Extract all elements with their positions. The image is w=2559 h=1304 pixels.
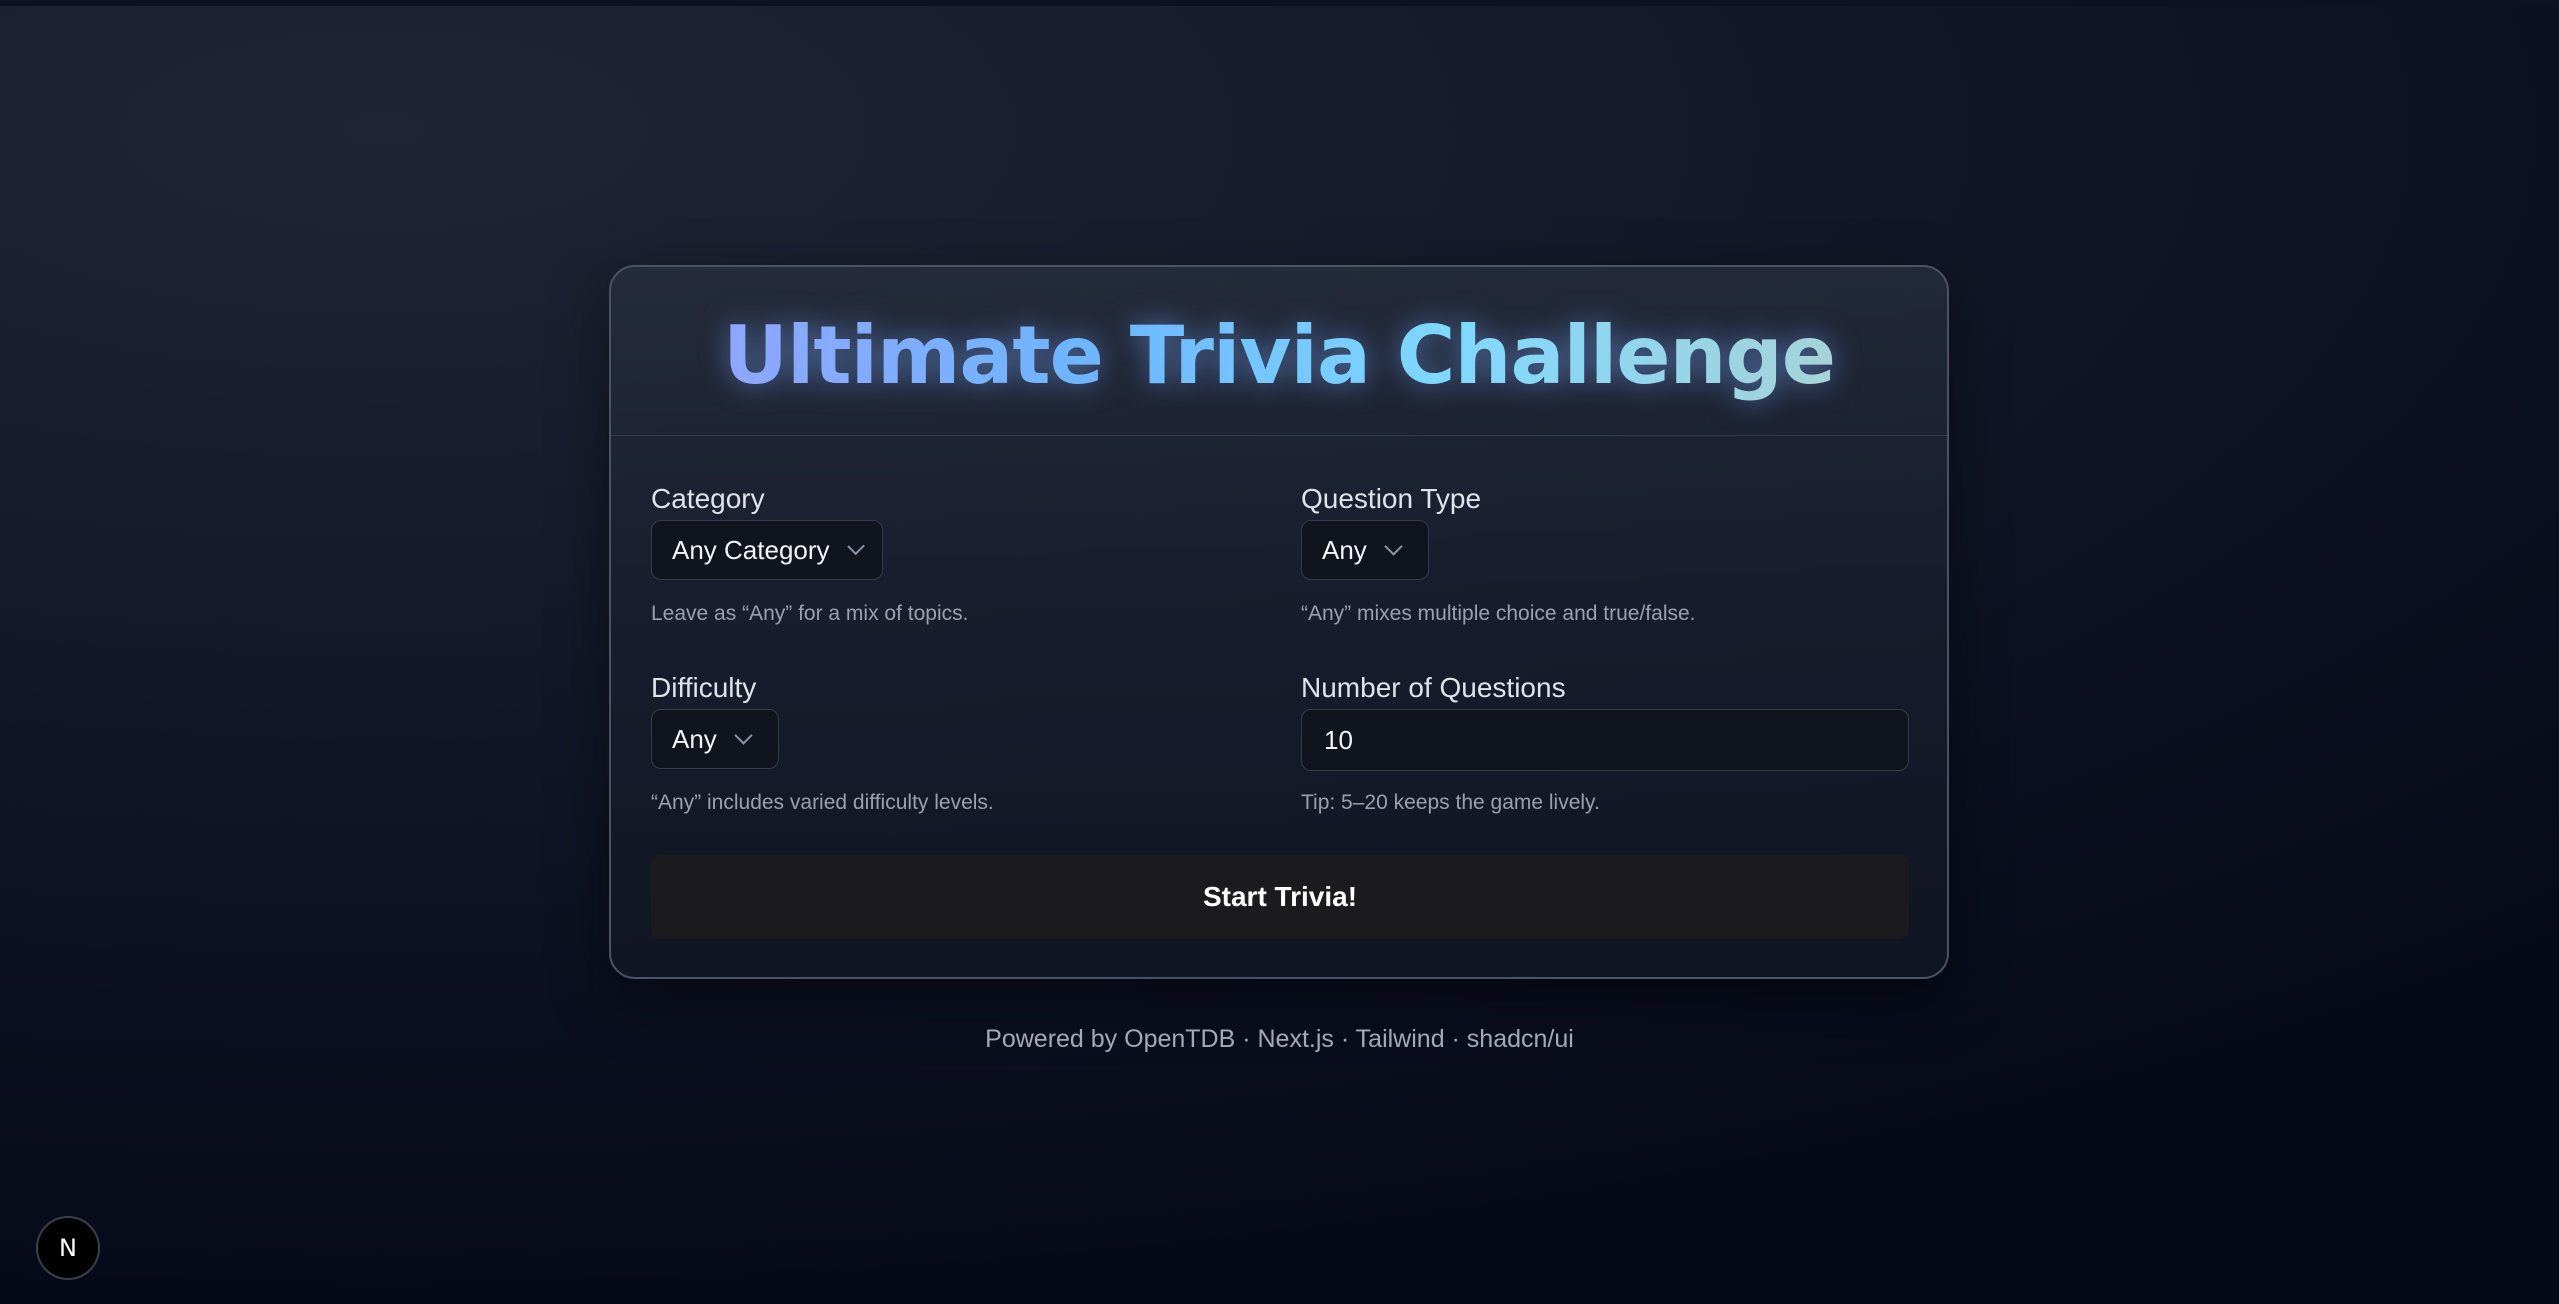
svg-text:N: N — [59, 1234, 77, 1262]
category-help-text: Leave as “Any” for a mix of topics. — [651, 602, 969, 625]
question-type-help-text: “Any” mixes multiple choice and true/fal… — [1301, 602, 1696, 625]
window-top-edge — [0, 0, 2559, 6]
chevron-down-icon — [846, 536, 865, 556]
num-questions-help-text: Tip: 5–20 keeps the game lively. — [1301, 791, 1600, 814]
start-trivia-button[interactable]: Start Trivia! — [651, 855, 1909, 939]
chevron-down-icon — [734, 725, 753, 745]
num-questions-input[interactable] — [1301, 709, 1909, 771]
question-type-label: Question Type — [1301, 483, 1482, 514]
category-select[interactable]: Any Category — [651, 520, 883, 580]
question-type-field: Question Type Any “Any” mixes multiple c… — [1301, 482, 1696, 625]
category-field: Category Any Category Leave as “Any” for… — [651, 482, 968, 625]
footer-credits: Powered by OpenTDB · Next.js · Tailwind … — [985, 1025, 1574, 1053]
trivia-setup-card: Ultimate Trivia Challenge Category Any C… — [609, 265, 1949, 979]
nextjs-icon[interactable]: N — [36, 1216, 100, 1280]
difficulty-select-value: Any — [672, 723, 717, 754]
difficulty-help-text: “Any” includes varied difficulty levels. — [651, 791, 994, 814]
category-label: Category — [651, 483, 765, 514]
nextjs-logo-glyph: N — [59, 1234, 77, 1262]
question-type-select[interactable]: Any — [1301, 520, 1429, 580]
card-header: Ultimate Trivia Challenge — [611, 267, 1947, 436]
num-questions-field: Number of Questions Tip: 5–20 keeps the … — [1301, 671, 1911, 814]
page-title: Ultimate Trivia Challenge — [723, 301, 1836, 402]
question-type-select-value: Any — [1322, 534, 1367, 565]
difficulty-label: Difficulty — [651, 672, 757, 703]
difficulty-field: Difficulty Any “Any” includes varied dif… — [651, 671, 994, 814]
category-select-value: Any Category — [672, 534, 830, 565]
num-questions-label: Number of Questions — [1301, 672, 1566, 703]
difficulty-select[interactable]: Any — [651, 709, 779, 769]
chevron-down-icon — [1384, 536, 1403, 556]
